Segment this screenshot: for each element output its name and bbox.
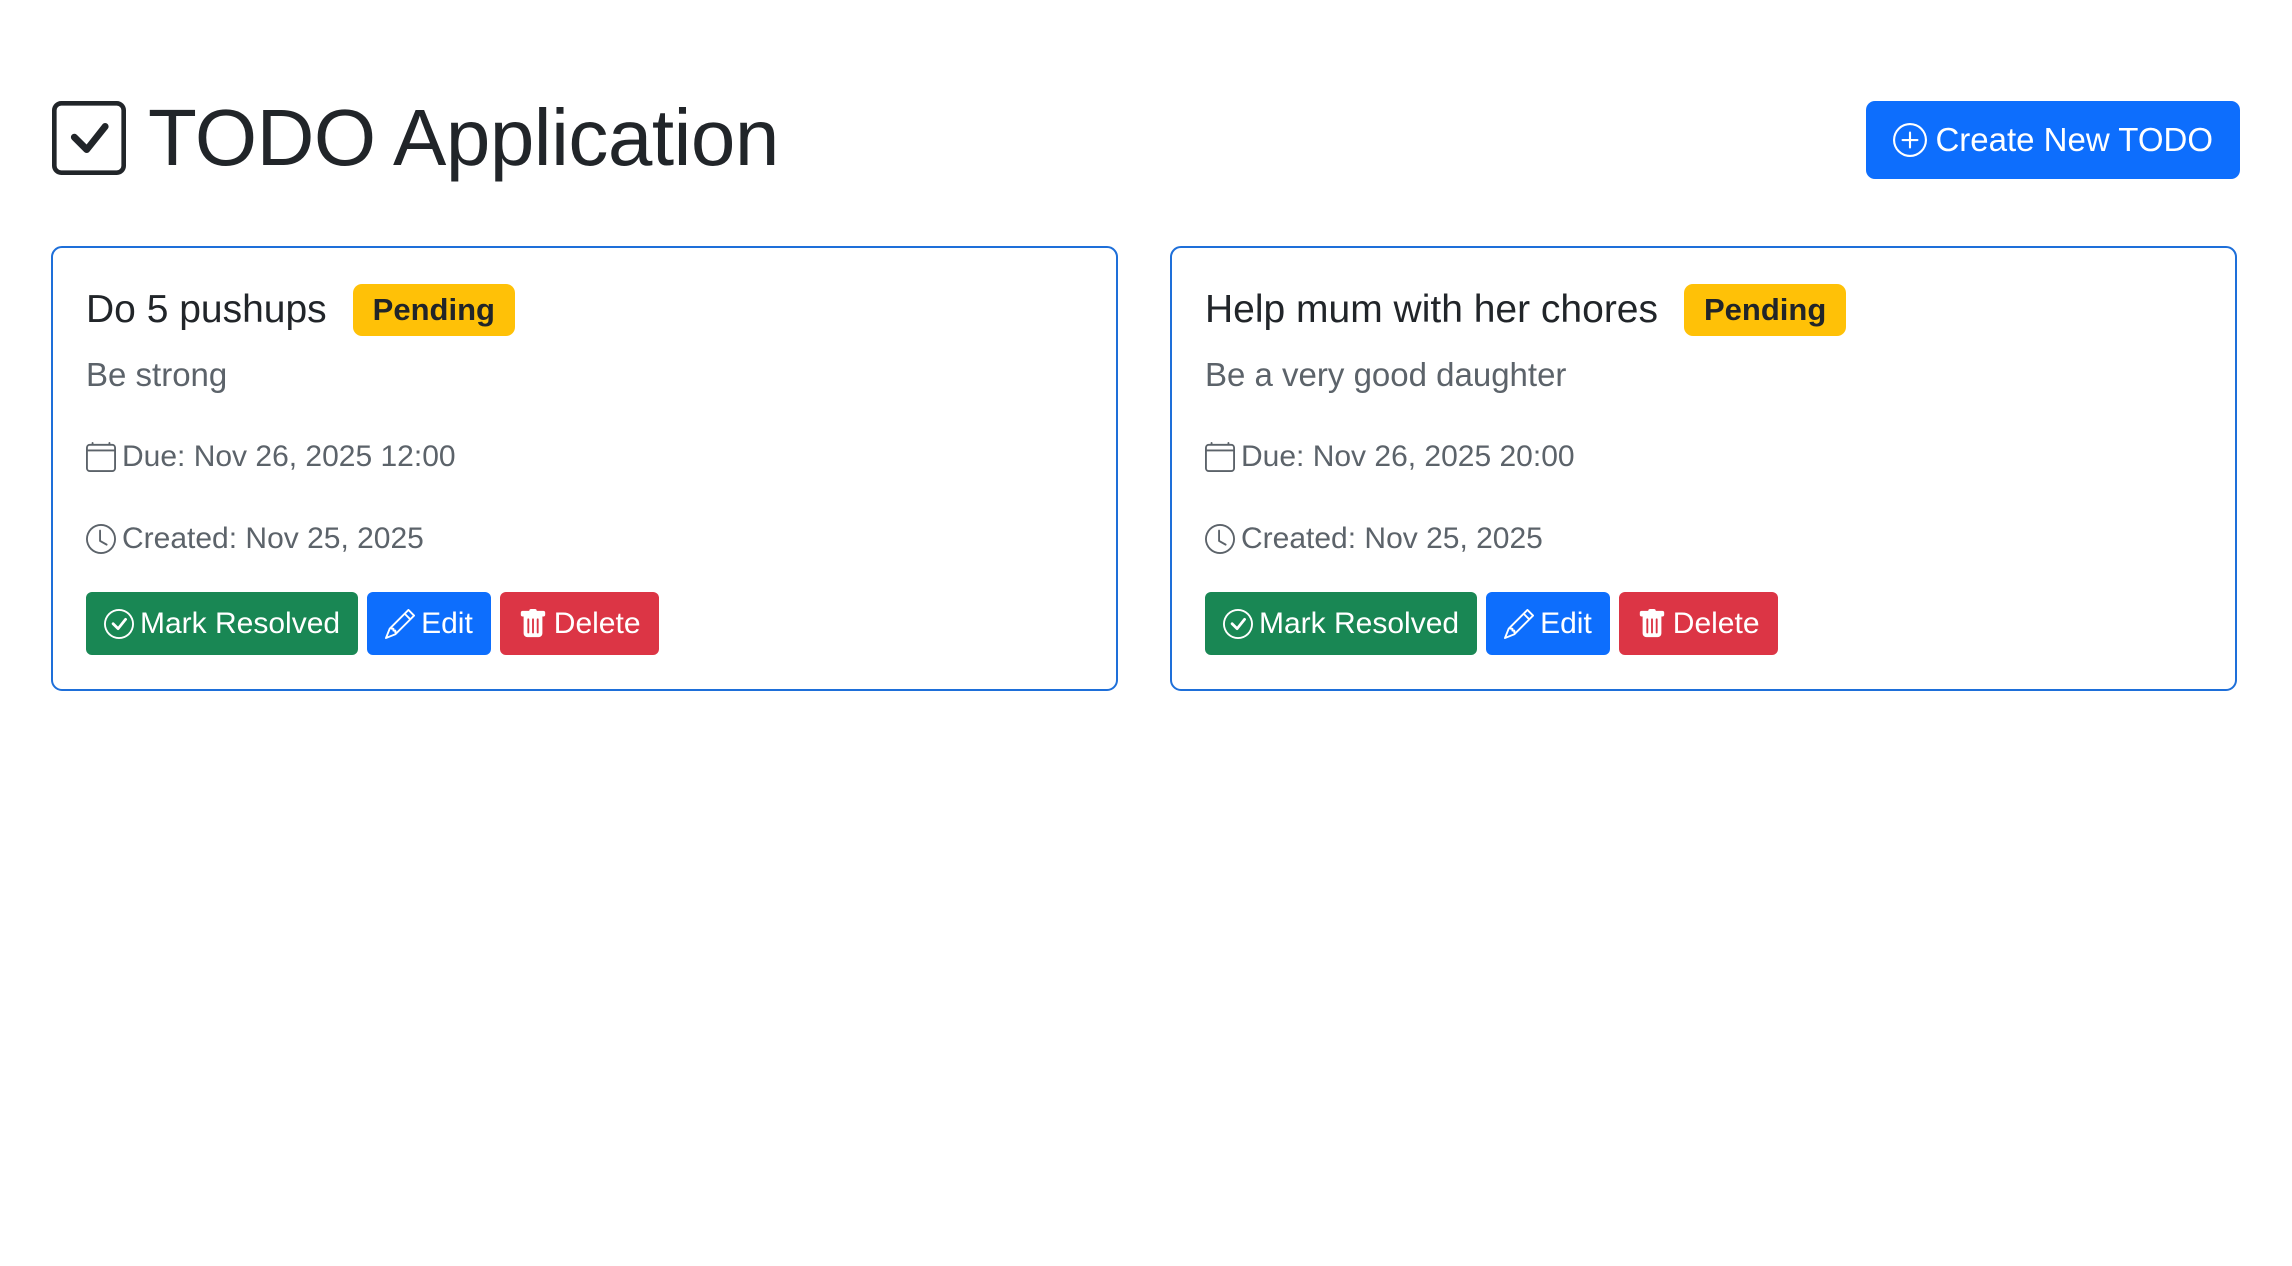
delete-label: Delete <box>1672 606 1760 640</box>
clock-icon <box>1205 524 1235 554</box>
mark-resolved-button[interactable]: Mark Resolved <box>1205 592 1478 655</box>
check-circle-icon <box>104 608 134 639</box>
todo-created-text: Created: Nov 25, 2025 <box>122 522 424 555</box>
pencil-icon <box>1504 608 1535 639</box>
todo-description: Be a very good daughter <box>1205 356 1567 393</box>
delete-button[interactable]: Delete <box>1618 592 1778 655</box>
status-badge: Pending <box>352 284 515 336</box>
pencil-icon <box>385 608 416 639</box>
todo-actions: Mark Resolved Edit Delete <box>1205 592 2202 655</box>
title-wrap: TODO Application <box>52 98 779 178</box>
todo-list: Do 5 pushups Pending Be strong Due: Nov … <box>51 246 2237 691</box>
todo-created-date: Created: Nov 25, 2025 <box>1205 522 2202 556</box>
todo-title: Do 5 pushups <box>86 288 327 331</box>
calendar-icon <box>1205 442 1235 472</box>
edit-label: Edit <box>1540 606 1592 640</box>
mark-resolved-label: Mark Resolved <box>140 606 341 640</box>
todo-due-text: Due: Nov 26, 2025 12:00 <box>122 440 456 473</box>
todo-actions: Mark Resolved Edit Delete <box>86 592 1083 655</box>
header: TODO Application Create New TODO <box>52 88 2240 188</box>
delete-label: Delete <box>553 606 641 640</box>
trash-icon <box>518 608 548 639</box>
delete-button[interactable]: Delete <box>499 592 659 655</box>
todo-created-text: Created: Nov 25, 2025 <box>1241 522 1543 555</box>
todo-title: Help mum with her chores <box>1205 288 1658 331</box>
create-todo-label: Create New TODO <box>1935 120 2213 158</box>
edit-label: Edit <box>421 606 473 640</box>
check-circle-icon <box>1223 608 1253 639</box>
todo-due-text: Due: Nov 26, 2025 20:00 <box>1241 440 1575 473</box>
create-todo-button[interactable]: Create New TODO <box>1866 100 2240 179</box>
todo-card-header: Help mum with her chores Pending <box>1205 284 2202 336</box>
check-square-icon <box>52 101 126 175</box>
todo-due-date: Due: Nov 26, 2025 20:00 <box>1205 440 2202 474</box>
page: TODO Application Create New TODO Do 5 pu… <box>0 0 2292 1266</box>
todo-description: Be strong <box>86 356 228 393</box>
mark-resolved-label: Mark Resolved <box>1259 606 1460 640</box>
trash-icon <box>1637 608 1667 639</box>
todo-due-date: Due: Nov 26, 2025 12:00 <box>86 440 1083 474</box>
status-badge: Pending <box>1684 284 1847 336</box>
calendar-icon <box>86 442 116 472</box>
todo-card: Help mum with her chores Pending Be a ve… <box>1170 246 2237 691</box>
page-title: TODO Application <box>148 93 779 182</box>
edit-button[interactable]: Edit <box>1486 592 1610 655</box>
todo-card: Do 5 pushups Pending Be strong Due: Nov … <box>51 246 1118 691</box>
plus-circle-icon <box>1893 122 1928 157</box>
mark-resolved-button[interactable]: Mark Resolved <box>86 592 359 655</box>
clock-icon <box>86 524 116 554</box>
todo-created-date: Created: Nov 25, 2025 <box>86 522 1083 556</box>
edit-button[interactable]: Edit <box>367 592 491 655</box>
todo-card-header: Do 5 pushups Pending <box>86 284 1083 336</box>
